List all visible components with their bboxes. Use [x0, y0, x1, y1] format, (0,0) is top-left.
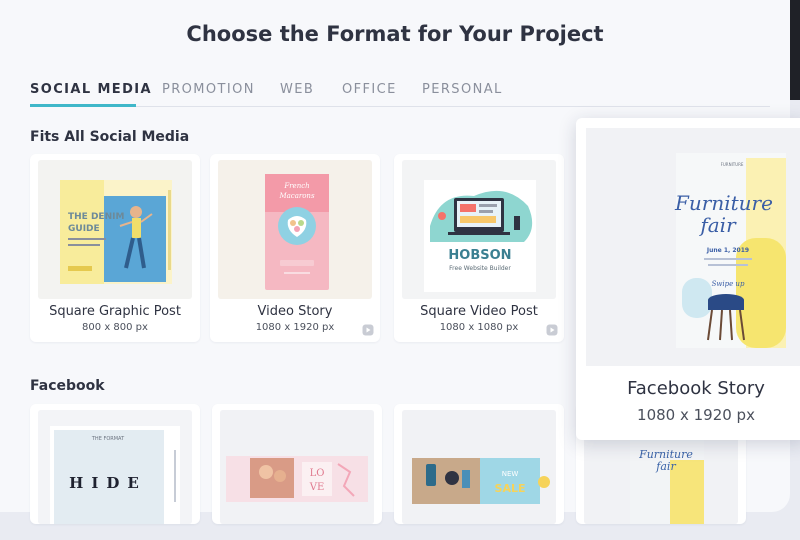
tab-personal[interactable]: PERSONAL — [422, 82, 503, 97]
template-size: 800 x 800 px — [82, 322, 148, 333]
preview-template-size: 1080 x 1920 px — [637, 406, 755, 424]
template-card-square-video-post[interactable]: HOBSON Free Website Builder Square Video… — [394, 154, 564, 342]
video-play-icon — [362, 324, 374, 336]
tab-social-media[interactable]: SOCIAL MEDIA — [30, 82, 152, 97]
svg-text:FURNITURE: FURNITURE — [721, 162, 744, 167]
template-card-facebook-2[interactable]: LO VE — [212, 404, 382, 524]
template-name: Square Graphic Post — [49, 304, 181, 319]
tab-promotion[interactable]: PROMOTION — [162, 82, 255, 97]
svg-text:Macarons: Macarons — [278, 192, 315, 200]
svg-text:June 1, 2019: June 1, 2019 — [706, 247, 749, 254]
hobson-artwork: HOBSON Free Website Builder — [402, 160, 556, 299]
tab-office[interactable]: OFFICE — [342, 82, 397, 97]
svg-text:HOBSON: HOBSON — [448, 248, 511, 263]
template-thumbnail: THE FORMAT HIDE — [38, 410, 192, 524]
svg-text:French: French — [283, 182, 309, 190]
template-thumbnail: HOBSON Free Website Builder — [402, 160, 556, 299]
preview-thumbnail: FURNITURE Furniture fair June 1, 2019 Sw… — [586, 128, 800, 366]
section-title-social: Fits All Social Media — [30, 129, 190, 145]
sale-cover-artwork: NEW SALE — [402, 410, 556, 524]
furniture-fair-story-artwork: FURNITURE Furniture fair June 1, 2019 Sw… — [586, 128, 800, 366]
category-tabs: SOCIAL MEDIA PROMOTION WEB OFFICE PERSON… — [30, 82, 770, 107]
template-card-facebook-1[interactable]: THE FORMAT HIDE — [30, 404, 200, 524]
svg-text:GUIDE: GUIDE — [68, 224, 100, 234]
svg-text:SALE: SALE — [495, 482, 526, 495]
svg-text:NEW: NEW — [502, 470, 519, 478]
love-cover-artwork: LO VE — [220, 410, 374, 524]
svg-text:fair: fair — [698, 213, 737, 237]
video-play-icon — [546, 324, 558, 336]
svg-text:LO: LO — [310, 468, 325, 479]
template-size: 1080 x 1920 px — [255, 322, 335, 333]
preview-template-name: Facebook Story — [627, 378, 765, 399]
active-tab-indicator — [30, 104, 136, 107]
template-size: 1080 x 1080 px — [439, 322, 519, 333]
template-card-facebook-3[interactable]: NEW SALE — [394, 404, 564, 524]
svg-text:Free Website Builder: Free Website Builder — [449, 265, 511, 272]
template-thumbnail: French Macarons — [218, 160, 372, 299]
tab-web[interactable]: WEB — [280, 82, 314, 97]
svg-text:fair: fair — [655, 460, 676, 473]
template-card-square-graphic-post[interactable]: THE DENIM GUIDE Square Graphic Post 800 … — [30, 154, 200, 342]
svg-text:HIDE: HIDE — [69, 474, 147, 492]
svg-text:Furniture: Furniture — [674, 191, 773, 215]
svg-text:Swipe up: Swipe up — [712, 280, 745, 288]
denim-guide-artwork: THE DENIM GUIDE — [38, 160, 192, 299]
macarons-artwork: French Macarons — [218, 160, 372, 299]
template-name: Square Video Post — [420, 304, 538, 319]
svg-text:VE: VE — [309, 482, 325, 493]
template-preview-popup[interactable]: FURNITURE Furniture fair June 1, 2019 Sw… — [576, 118, 800, 440]
template-thumbnail: LO VE — [220, 410, 374, 524]
template-thumbnail: NEW SALE — [402, 410, 556, 524]
window-edge — [790, 0, 800, 100]
template-thumbnail: THE DENIM GUIDE — [38, 160, 192, 299]
hide-poster-artwork: THE FORMAT HIDE — [38, 410, 192, 524]
svg-text:THE DENIM: THE DENIM — [68, 212, 124, 222]
svg-text:THE FORMAT: THE FORMAT — [91, 436, 125, 442]
template-name: Video Story — [257, 304, 333, 319]
page-title: Choose the Format for Your Project — [186, 22, 604, 46]
template-card-video-story[interactable]: French Macarons Video Story 1080 x 1920 … — [210, 154, 380, 342]
section-title-facebook: Facebook — [30, 378, 105, 394]
